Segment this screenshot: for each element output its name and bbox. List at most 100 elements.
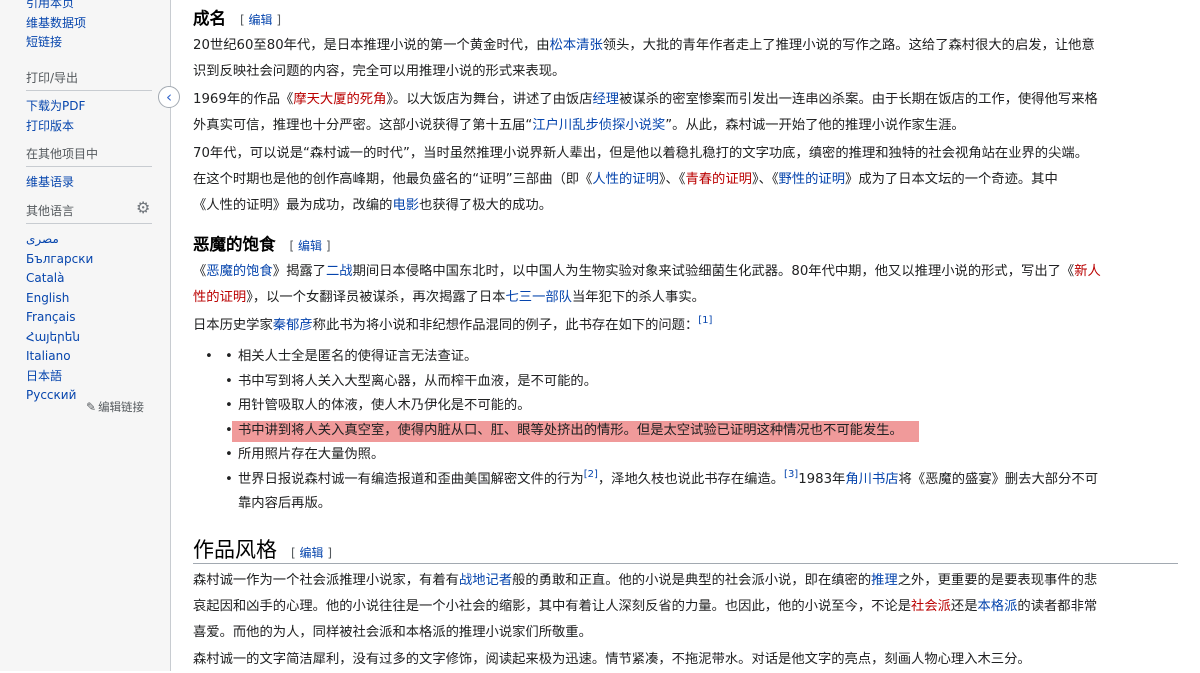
lang-ca[interactable]: Català <box>26 269 152 289</box>
link-reasoning[interactable]: 推理 <box>871 573 898 588</box>
languages-group: 其他语言 مصرى Български Català English Franç… <box>26 202 152 406</box>
projects-group: 在其他项目中 维基语录 <box>26 145 152 193</box>
paragraph: 森村诚一作为一个社会派推理小说家，有着有战地记者般的勇敢和正直。他的小说是典型的… <box>193 568 1178 646</box>
sidebar-item-download-pdf[interactable]: 下载为PDF <box>26 97 152 117</box>
edit-section-fame-button[interactable]: 编辑 <box>249 13 273 27</box>
edit-section-link: [ 编辑 ] <box>291 546 333 560</box>
list-item: • • 相关人士全是匿名的使得证言无法查证。 <box>193 345 1178 370</box>
text: 用针管吸取人的体液，使人木乃伊化是不可能的。 <box>238 398 531 413</box>
text: 当年犯下的杀人事实。 <box>571 290 705 305</box>
link-proof-of-humanity[interactable]: 人性的证明 <box>592 172 658 187</box>
list-item: • 世界日报说森村诚一有编造报道和歪曲美国解密文件的行为[2]，泽地久枝也说此书存… <box>193 468 1178 493</box>
edit-section-link: [ 编辑 ] <box>240 13 282 27</box>
bullet: • <box>225 471 233 487</box>
issues-list: • • 相关人士全是匿名的使得证言无法查证。 • 书中写到将人关入大型离心器，从而榨干… <box>193 345 1178 517</box>
section-title: 成名 <box>193 9 226 28</box>
text: 》揭露了 <box>272 264 326 279</box>
lang-it[interactable]: Italiano <box>26 347 152 367</box>
text: 还是 <box>950 599 978 614</box>
bullet: • <box>225 373 233 389</box>
link-kadokawa[interactable]: 角川书店 <box>845 472 898 487</box>
paragraph: 20世纪60至80年代，是日本推理小说的第一个黄金时代，由松本清张领头，大批的青… <box>193 33 1178 85</box>
reference-link[interactable]: [1] <box>698 315 712 326</box>
link-hata-ikuhiko[interactable]: 秦郁彦 <box>273 318 313 333</box>
text: 森村诚一的文字简洁犀利，没有过多的文字修饰，阅读起来极为迅速。情节紧凑，不拖泥带… <box>193 652 1031 667</box>
sidebar-item-shortlink[interactable]: 短链接 <box>26 33 86 53</box>
edit-section-style-button[interactable]: 编辑 <box>300 546 324 560</box>
projects-heading: 在其他项目中 <box>26 145 152 167</box>
text: 相关人士全是匿名的使得证言无法查证。 <box>238 349 478 364</box>
chevron-left-icon: ‹ <box>166 88 172 106</box>
text: 哀起因和凶手的心理。他的小说往往是一个小社会的缩影，其中有着让人深刻反省的力量。… <box>193 599 912 614</box>
lang-ja[interactable]: 日本語 <box>26 367 152 387</box>
link-manager[interactable]: 经理 <box>593 92 620 107</box>
list-item: • 所用照片存在大量伪照。 <box>193 443 1178 468</box>
redlink-skyscraper[interactable]: 摩天大厦的死角 <box>293 92 386 107</box>
text: 之外，更重要的是要表现事件的悲 <box>897 573 1098 588</box>
link-honkaku[interactable]: 本格派 <box>978 599 1018 614</box>
redlink-new-proof-1[interactable]: 新人 <box>1074 264 1101 279</box>
section-title: 作品风格 <box>193 538 277 562</box>
list-item-highlighted: • 书中讲到将人关入真空室，使得内脏从口、肛、眼等处挤出的情形。但是太空试验已证明… <box>193 419 1178 444</box>
languages-heading: 其他语言 <box>26 202 152 224</box>
redlink-proof-of-youth[interactable]: 青春的证明 <box>685 172 751 187</box>
link-film[interactable]: 电影 <box>392 198 419 213</box>
reference-link[interactable]: [3] <box>784 469 798 480</box>
sidebar-item-cite[interactable]: 引用本页 <box>26 0 86 14</box>
text: 70年代，可以说是“森村诚一的时代”，当时虽然推理小说界新人辈出，但是他以着稳扎… <box>193 146 1088 161</box>
gear-icon[interactable]: ⚙ <box>136 198 150 217</box>
lang-hy[interactable]: Հայերեն <box>26 328 152 348</box>
edit-section-devil-button[interactable]: 编辑 <box>298 239 322 253</box>
text: 将《恶魔的盛宴》删去大部分不可 <box>898 471 1098 487</box>
sidebar-item-print[interactable]: 打印版本 <box>26 117 152 137</box>
text: 日本历史学家 <box>193 318 273 333</box>
text: 》、《 <box>751 172 779 187</box>
sidebar: 引用本页 维基数据项 短链接 打印/导出 下载为PDF 打印版本 在其他项目中 … <box>0 0 171 671</box>
bullet: • <box>225 349 233 364</box>
link-war-correspondent[interactable]: 战地记者 <box>459 573 512 588</box>
text: 》、《 <box>658 172 686 187</box>
edit-links-link[interactable]: ✎ 编辑链接 <box>86 399 144 415</box>
paragraph: 日本历史学家秦郁彦称此书为将小说和非纪想作品混同的例子，此书存在如下的问题：[1… <box>193 313 1178 339</box>
link-edogawa-award[interactable]: 江户川乱步侦探小说奖 <box>532 118 665 133</box>
bullet: • <box>225 447 233 462</box>
paragraph: 森村诚一的文字简洁犀利，没有过多的文字修饰，阅读起来极为迅速。情节紧凑，不拖泥带… <box>193 647 1178 673</box>
text: 》成为了日本文坛的一个奇迹。其中 <box>845 172 1058 187</box>
section-title: 恶魔的饱食 <box>193 235 276 254</box>
text: 外真实可信，推理也十分严密。这部小说获得了第十五届“ <box>193 118 533 133</box>
text: 在这个时期也是他的创作高峰期，他最负盛名的“证明”三部曲（即《 <box>193 172 593 187</box>
text: 1983年 <box>798 471 846 487</box>
link-ww2[interactable]: 二战 <box>326 264 353 279</box>
link-proof-of-wildness[interactable]: 野性的证明 <box>779 172 845 187</box>
text: 识到反映社会问题的内容，完全可以用推理小说的形式来表现。 <box>193 64 566 79</box>
redlink-social-school[interactable]: 社会派 <box>911 599 951 614</box>
text: 般的勇敢和正直。他的小说是典型的社会派小说，即在缜密的 <box>512 573 872 588</box>
print-heading: 打印/导出 <box>26 69 152 91</box>
lang-bg[interactable]: Български <box>26 250 152 270</box>
text: 期间日本侵略中国东北时，以中国人为生物实验对象来试验细菌生化武器。80年代中期，… <box>352 264 1075 279</box>
text: ，泽地久枝也说此书存在编造。 <box>597 471 785 487</box>
text: 1969年的作品《 <box>193 92 294 107</box>
sidebar-collapse-button[interactable]: ‹ <box>158 86 180 108</box>
edit-section-link: [ 编辑 ] <box>289 239 331 253</box>
highlighted-text: 书中讲到将人关入真空室，使得内脏从口、肛、眼等处挤出的情形。但是太空试验已证明这… <box>232 420 919 442</box>
link-unit-731[interactable]: 七三一部队 <box>505 290 571 305</box>
text: 书中写到将人关入大型离心器，从而榨干血液，是不可能的。 <box>238 373 598 389</box>
reference-link[interactable]: [2] <box>584 469 598 480</box>
bullet: • <box>225 422 233 438</box>
lang-en[interactable]: English <box>26 289 152 309</box>
section-heading-devil: 恶魔的饱食 [ 编辑 ] <box>193 231 331 255</box>
lang-fr[interactable]: Français <box>26 308 152 328</box>
link-devils-gluttony[interactable]: 恶魔的饱食 <box>206 264 272 279</box>
text: 《人性的证明》最为成功，改编的 <box>193 198 393 213</box>
text: 被谋杀的密室惨案而引发出一连串凶杀案。由于长期在饭店的工作，使得他写来格 <box>619 92 1098 107</box>
link-matsumoto[interactable]: 松本清张 <box>550 38 603 53</box>
text: 靠内容后再版。 <box>238 496 332 511</box>
sidebar-item-wikiquote[interactable]: 维基语录 <box>26 173 152 193</box>
bullet: • <box>205 349 213 364</box>
text: 20世纪60至80年代，是日本推理小说的第一个黄金时代，由 <box>193 38 550 53</box>
paragraph: 《恶魔的饱食》揭露了二战期间日本侵略中国东北时，以中国人为生物实验对象来试验细菌… <box>193 259 1178 311</box>
lang-arz[interactable]: مصرى <box>26 230 152 250</box>
sidebar-item-wikidata[interactable]: 维基数据项 <box>26 14 86 34</box>
redlink-new-proof-2[interactable]: 性的证明 <box>193 290 246 305</box>
